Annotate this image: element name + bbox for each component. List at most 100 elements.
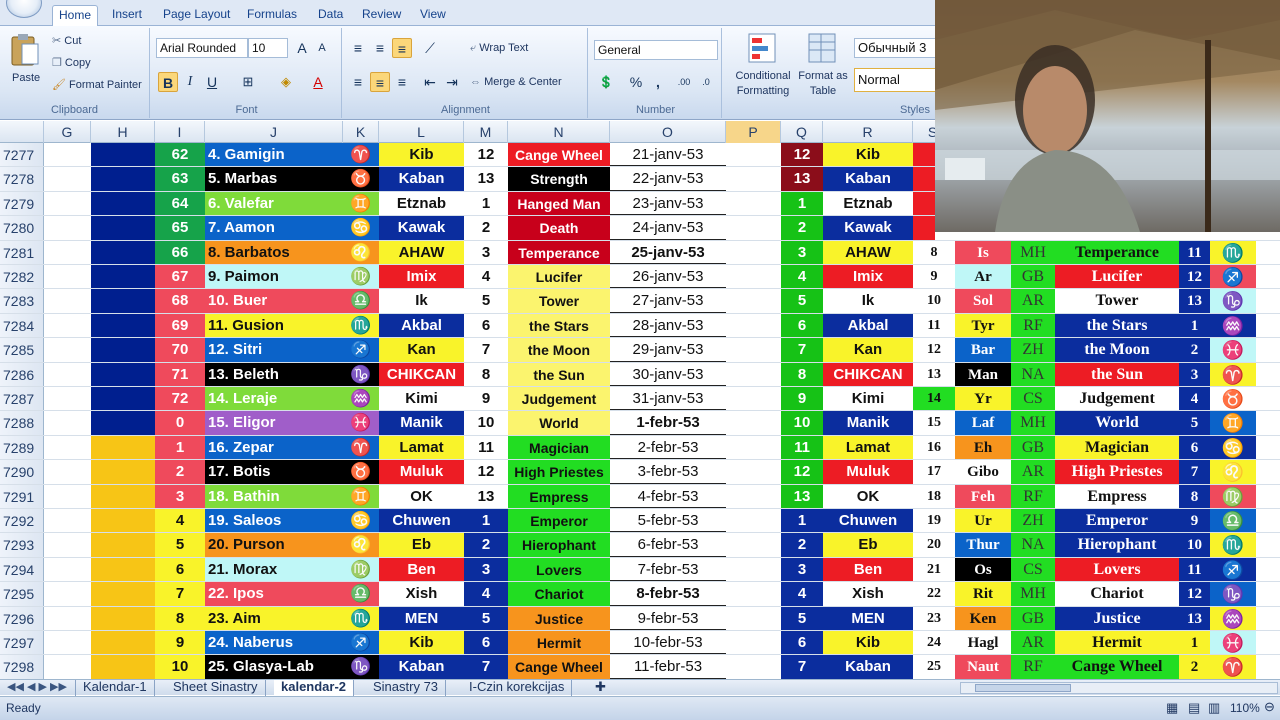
cell-h[interactable] <box>91 265 155 289</box>
cell-o-date[interactable]: 28-janv-53 <box>610 314 726 338</box>
cell-l-mayan[interactable]: OK <box>379 484 464 508</box>
cell-w-number[interactable]: 7 <box>1179 460 1210 484</box>
cell-h[interactable] <box>91 631 155 655</box>
cell-w-number[interactable]: 11 <box>1179 557 1210 582</box>
cell-v-tarot[interactable]: Temperance <box>1055 240 1179 264</box>
cell-j-spirit[interactable]: 11. Gusion <box>205 313 343 338</box>
cell-u-code[interactable]: NA <box>1011 533 1055 557</box>
cell-v-tarot[interactable]: Justice <box>1055 606 1179 630</box>
cell-n-tarot[interactable]: Cange Wheel <box>508 143 610 167</box>
cell-n-tarot[interactable]: World <box>508 411 610 435</box>
cell-l-mayan[interactable]: Ik <box>379 289 464 313</box>
merge-center-button[interactable]: ⇔ Merge & Center <box>470 76 562 88</box>
cell-o-date[interactable]: 21-janv-53 <box>610 143 726 167</box>
cell-w-number[interactable]: 5 <box>1179 411 1210 435</box>
cell-y[interactable] <box>1256 363 1280 386</box>
cell-i[interactable]: 62 <box>155 143 205 167</box>
cell-k-zodiac[interactable]: ♌ <box>343 240 379 264</box>
cell-h[interactable] <box>91 460 155 484</box>
cell-w-number[interactable]: 13 <box>1179 289 1210 313</box>
cell-p[interactable] <box>726 314 781 337</box>
cell-i[interactable]: 64 <box>155 191 205 216</box>
cell-s-rune-number[interactable]: 23 <box>913 606 955 630</box>
cell-m-tone[interactable]: 6 <box>464 631 508 655</box>
increase-indent-icon[interactable]: ⇥ <box>442 72 462 92</box>
cell-q-tone[interactable]: 2 <box>781 533 823 557</box>
row-number[interactable]: 7281 <box>0 240 44 264</box>
cell-s-rune-number[interactable]: 15 <box>913 411 955 435</box>
cell-q-tone[interactable]: 11 <box>781 435 823 460</box>
cell-s-rune-number[interactable]: 12 <box>913 338 955 362</box>
cell-x-zodiac[interactable]: ♓ <box>1210 338 1256 362</box>
cell-j-spirit[interactable]: 6. Valefar <box>205 191 343 216</box>
cell-l-mayan[interactable]: Eb <box>379 533 464 557</box>
cell-j-spirit[interactable]: 20. Purson <box>205 533 343 557</box>
cell-m-tone[interactable]: 12 <box>464 460 508 484</box>
cell-q-tone[interactable]: 6 <box>781 313 823 338</box>
cell-v-tarot[interactable]: High Priestes <box>1055 460 1179 484</box>
zoom-out-icon[interactable]: ⊖ <box>1264 699 1275 715</box>
select-all-corner[interactable] <box>0 121 44 143</box>
cell-w-number[interactable]: 13 <box>1179 606 1210 630</box>
cell-r-mayan[interactable]: Eb <box>823 533 913 557</box>
cell-o-date[interactable]: 31-janv-53 <box>610 387 726 411</box>
tab-page-layout[interactable]: Page Layout <box>157 5 236 26</box>
cell-h[interactable] <box>91 484 155 508</box>
cell-r-mayan[interactable]: Chuwen <box>823 509 913 533</box>
align-right-icon[interactable]: ≡ <box>392 72 412 92</box>
cell-v-tarot[interactable]: Cange Wheel <box>1055 655 1179 679</box>
cell-u-code[interactable]: NA <box>1011 362 1055 386</box>
cell-u-code[interactable]: GB <box>1011 265 1055 289</box>
sheet-nav-arrows[interactable]: ◀◀ ◀ ▶ ▶▶ <box>0 680 76 696</box>
row-number[interactable]: 7292 <box>0 509 44 533</box>
cell-s[interactable] <box>913 143 935 167</box>
number-format-box[interactable]: General <box>594 40 718 60</box>
col-header-h[interactable]: H <box>91 121 155 143</box>
cell-y[interactable] <box>1256 607 1280 630</box>
cell-p[interactable] <box>726 436 781 459</box>
cell-p[interactable] <box>726 265 781 288</box>
cell-y[interactable] <box>1256 265 1280 288</box>
cell-h[interactable] <box>91 606 155 630</box>
italic-button[interactable]: I <box>180 72 200 92</box>
cell-j-spirit[interactable]: 15. Eligor <box>205 411 343 435</box>
shrink-font-icon[interactable]: A <box>312 38 332 58</box>
cell-n-tarot[interactable]: the Stars <box>508 313 610 338</box>
cell-y[interactable] <box>1256 533 1280 556</box>
cell-m-tone[interactable]: 13 <box>464 167 508 191</box>
cell-h[interactable] <box>91 387 155 411</box>
cell-h[interactable] <box>91 411 155 435</box>
cell-j-spirit[interactable]: 10. Buer <box>205 289 343 313</box>
cell-s-rune-number[interactable]: 21 <box>913 557 955 582</box>
cell-r-mayan[interactable]: Muluk <box>823 460 913 484</box>
cell-i[interactable]: 68 <box>155 289 205 313</box>
cell-p[interactable] <box>726 631 781 654</box>
row-number[interactable]: 7294 <box>0 557 44 582</box>
cell-p[interactable] <box>726 509 781 532</box>
tab-insert[interactable]: Insert <box>106 5 148 26</box>
cell-i[interactable]: 65 <box>155 216 205 240</box>
bold-button[interactable]: B <box>158 72 178 92</box>
cell-m-tone[interactable]: 5 <box>464 289 508 313</box>
col-header-i[interactable]: I <box>155 121 205 143</box>
cell-o-date[interactable]: 27-janv-53 <box>610 289 726 313</box>
cell-s-rune-number[interactable]: 20 <box>913 533 955 557</box>
cell-o-date[interactable]: 5-febr-53 <box>610 509 726 533</box>
cell-m-tone[interactable]: 4 <box>464 265 508 289</box>
cell-g[interactable] <box>44 485 91 508</box>
row-number[interactable]: 7287 <box>0 387 44 411</box>
cell-v-tarot[interactable]: the Moon <box>1055 338 1179 362</box>
cell-n-tarot[interactable]: Cange Wheel <box>508 655 610 679</box>
cell-r-mayan[interactable]: Imix <box>823 265 913 289</box>
cell-g[interactable] <box>44 411 91 434</box>
cell-h[interactable] <box>91 582 155 606</box>
horizontal-scrollbar[interactable] <box>960 682 1278 694</box>
cell-g[interactable] <box>44 509 91 532</box>
cell-p[interactable] <box>726 338 781 361</box>
cell-q-tone[interactable]: 1 <box>781 191 823 216</box>
cell-p[interactable] <box>726 241 781 264</box>
cell-k-zodiac[interactable]: ♎ <box>343 582 379 606</box>
cell-q-tone[interactable]: 13 <box>781 484 823 508</box>
row-number[interactable]: 7278 <box>0 167 44 191</box>
cell-v-tarot[interactable]: Lucifer <box>1055 265 1179 289</box>
